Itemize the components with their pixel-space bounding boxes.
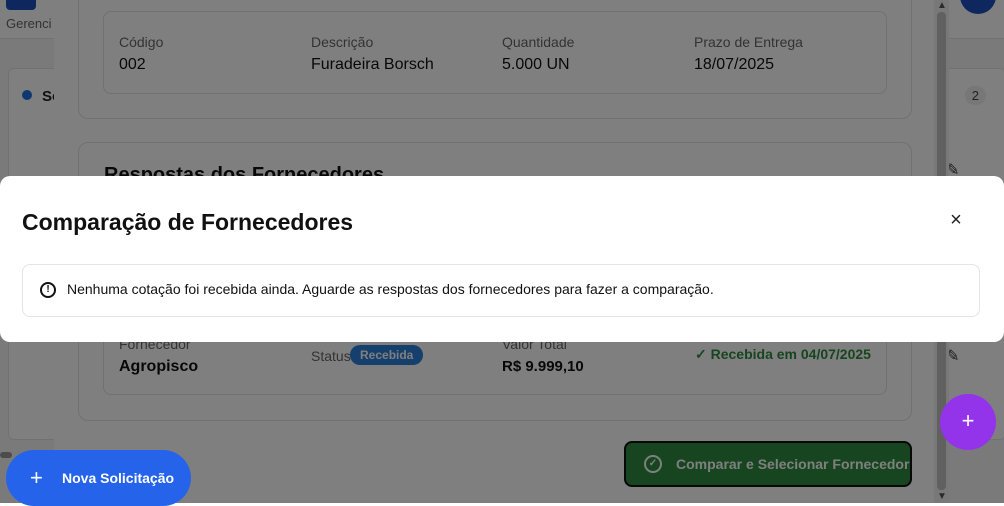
- info-alert: ! Nenhuma cotação foi recebida ainda. Ag…: [22, 264, 980, 317]
- compare-suppliers-modal: [0, 176, 1004, 342]
- new-request-label: Nova Solicitação: [62, 470, 175, 486]
- close-icon[interactable]: ×: [944, 208, 968, 232]
- add-fab-button[interactable]: +: [940, 394, 996, 450]
- plus-icon: +: [961, 408, 975, 433]
- modal-title: Comparação de Fornecedores: [22, 209, 354, 235]
- alert-circle-icon: !: [40, 282, 56, 298]
- new-request-button[interactable]: + Nova Solicitação: [6, 450, 191, 506]
- plus-icon: +: [30, 465, 43, 490]
- alert-message: Nenhuma cotação foi recebida ainda. Agua…: [67, 281, 714, 297]
